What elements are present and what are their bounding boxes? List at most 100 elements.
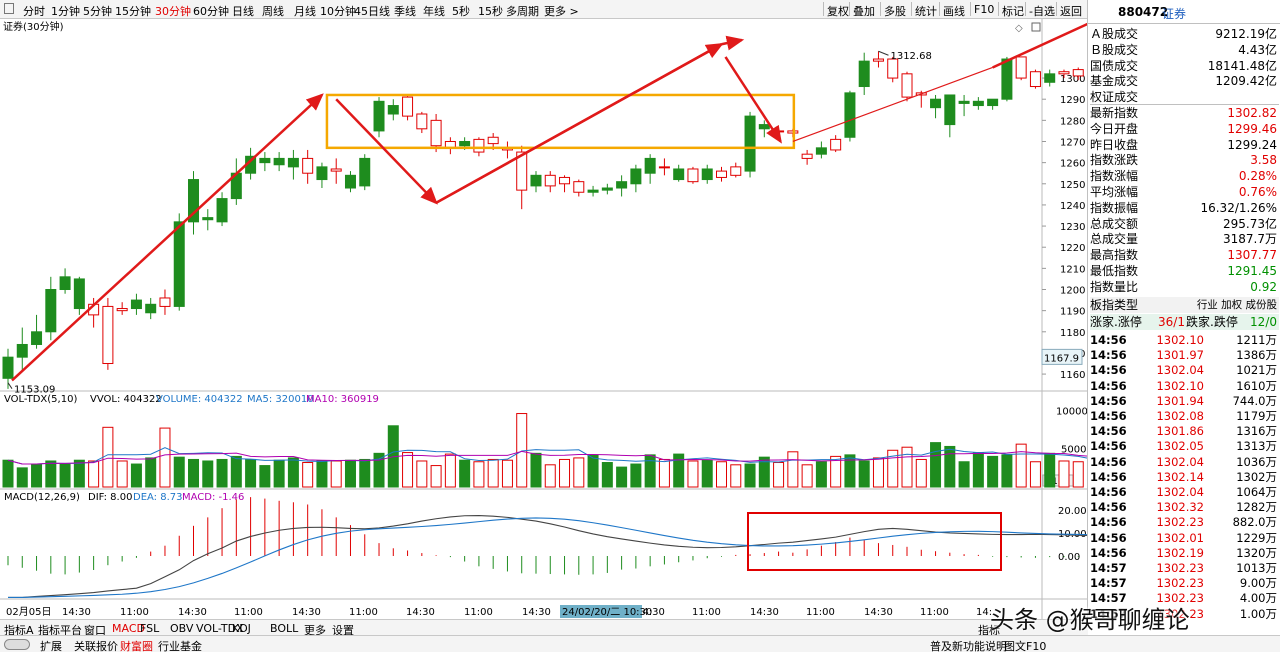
candle bbox=[815, 147, 827, 155]
quote-panel: 880472 证券 Ａ股成交 9212.19亿 Ｂ股成交 4.43亿 国债成交 18141… bbox=[1087, 0, 1280, 652]
period-tab[interactable]: 多周期 bbox=[506, 3, 539, 19]
time-label: 11:00 bbox=[920, 607, 949, 618]
candle bbox=[744, 115, 756, 172]
sector-type-value[interactable]: 行业 加权 成份股 bbox=[1197, 297, 1277, 313]
candle bbox=[130, 299, 142, 310]
period-tab[interactable]: 周线 bbox=[262, 3, 284, 19]
stat-label: 指数涨跌 bbox=[1090, 153, 1139, 168]
time-label: 11:00 bbox=[120, 607, 149, 618]
time-label: 14:30 bbox=[292, 607, 321, 618]
stat-row: 国债成交 18141.48亿 bbox=[1090, 58, 1279, 74]
tool-button[interactable]: 返回 bbox=[1060, 3, 1082, 19]
period-tab[interactable]: 月线 bbox=[294, 3, 316, 19]
volume-bar bbox=[145, 457, 157, 488]
volume-bar bbox=[1058, 460, 1070, 488]
volume-bar bbox=[544, 464, 556, 488]
macd-dea: DEA: 8.73 bbox=[133, 492, 183, 503]
period-tab[interactable]: 10分钟 bbox=[320, 3, 356, 19]
tick-volume: 1229万 bbox=[1236, 530, 1277, 545]
candle bbox=[387, 105, 399, 115]
tick-time: 14:56 bbox=[1090, 424, 1127, 439]
period-tab[interactable]: 15秒 bbox=[478, 3, 503, 19]
volume-bar bbox=[287, 457, 299, 488]
separator bbox=[970, 2, 971, 16]
stat-value: 9212.19亿 bbox=[1215, 27, 1277, 41]
volume-bar bbox=[658, 458, 670, 488]
tick-volume: 1320万 bbox=[1236, 545, 1277, 560]
period-tab[interactable]: 5秒 bbox=[452, 3, 470, 19]
extension-tab[interactable]: 行业基金 bbox=[158, 638, 202, 652]
f10-link[interactable]: 图文F10 bbox=[1004, 638, 1046, 652]
period-tab[interactable]: 日线 bbox=[232, 3, 254, 19]
volume-bar bbox=[987, 455, 999, 488]
tool-button[interactable]: -自选 bbox=[1029, 3, 1055, 19]
tick-row: 14:56 1302.10 1610万 bbox=[1090, 379, 1279, 394]
tick-time: 14:56 bbox=[1090, 485, 1127, 499]
stat-value: 0.76% bbox=[1238, 185, 1277, 199]
candle bbox=[316, 166, 328, 181]
tick-time: 14:56 bbox=[1090, 378, 1127, 393]
tool-button[interactable]: 复权 bbox=[827, 3, 849, 19]
tool-button[interactable]: 多股 bbox=[884, 3, 906, 19]
volume-bar bbox=[487, 458, 499, 488]
tool-button[interactable]: 叠加 bbox=[853, 3, 875, 19]
period-tab[interactable]: 15分钟 bbox=[115, 3, 151, 19]
stat-label: 指数量比 bbox=[1090, 279, 1139, 294]
tick-volume: 1302万 bbox=[1236, 469, 1277, 484]
price-tick: 1160 bbox=[1060, 370, 1085, 381]
tool-button[interactable]: 标记 bbox=[1002, 3, 1024, 19]
period-tab[interactable]: 更多 > bbox=[544, 3, 579, 19]
volume-bar bbox=[630, 463, 642, 488]
tick-time: 14:56 bbox=[1090, 393, 1127, 408]
volume-bar bbox=[116, 460, 128, 488]
menu-icon[interactable] bbox=[4, 3, 14, 14]
volume-bar bbox=[359, 458, 371, 488]
indicator-tab[interactable]: KDJ bbox=[232, 622, 251, 635]
price-tick: 1280 bbox=[1060, 116, 1085, 127]
period-tab[interactable]: 1分钟 bbox=[51, 3, 80, 19]
price-tick: 1260 bbox=[1060, 159, 1085, 170]
volume-bar bbox=[430, 465, 442, 488]
indicator-tab[interactable]: BOLL bbox=[270, 622, 298, 635]
tick-time: 14:56 bbox=[1090, 530, 1127, 545]
period-tab[interactable]: 30分钟 bbox=[155, 3, 191, 19]
volume-bar bbox=[444, 453, 456, 488]
tick-row: 14:56 1302.08 1179万 bbox=[1090, 409, 1279, 424]
tool-button[interactable]: 统计 bbox=[915, 3, 937, 19]
stat-value: 1299.24 bbox=[1227, 137, 1277, 152]
extension-tab[interactable]: 财富圈 bbox=[120, 638, 153, 652]
period-tab[interactable]: 季线 bbox=[394, 3, 416, 19]
sector-row: 板指类型 行业 加权 成份股 bbox=[1090, 297, 1279, 313]
candle bbox=[730, 166, 742, 176]
separator bbox=[880, 2, 881, 16]
tool-button[interactable]: F10 bbox=[974, 3, 994, 16]
feature-info-link[interactable]: 普及新功能说明 bbox=[930, 638, 1007, 652]
time-label: 11:00 bbox=[464, 607, 493, 618]
period-tab[interactable]: 分时 bbox=[23, 3, 45, 19]
toggle-icon[interactable] bbox=[4, 639, 30, 650]
tick-volume: 9.00万 bbox=[1239, 576, 1277, 591]
stat-label: Ｂ股成交 bbox=[1090, 42, 1139, 57]
candle bbox=[302, 157, 314, 174]
diamond-icon: ◇ bbox=[1015, 23, 1023, 34]
period-tab[interactable]: 5分钟 bbox=[83, 3, 112, 19]
volume-bar bbox=[316, 460, 328, 488]
indicator-tab[interactable]: OBV bbox=[170, 622, 193, 635]
tick-volume: 1316万 bbox=[1236, 424, 1277, 439]
period-tab[interactable]: 45日线 bbox=[354, 3, 390, 19]
period-tab[interactable]: 60分钟 bbox=[193, 3, 229, 19]
macd-value: MACD: -1.46 bbox=[182, 492, 244, 503]
tool-button[interactable]: 画线 bbox=[943, 3, 965, 19]
tick-row: 14:56 1302.04 1036万 bbox=[1090, 455, 1279, 470]
extension-tab[interactable]: 关联报价 bbox=[74, 638, 118, 652]
period-tab[interactable]: 年线 bbox=[423, 3, 445, 19]
tick-time: 14:56 bbox=[1090, 454, 1127, 469]
macd-tick: 0.00 bbox=[1058, 552, 1080, 563]
macd-indicator-name: MACD(12,26,9) bbox=[4, 492, 80, 503]
tick-volume: 1610万 bbox=[1236, 378, 1277, 393]
volume-bar bbox=[687, 460, 699, 488]
candle bbox=[573, 181, 585, 193]
extension-tab[interactable]: 扩展 bbox=[40, 638, 62, 652]
indicator-tab[interactable]: FSL bbox=[140, 622, 159, 635]
volume-bar bbox=[787, 451, 799, 488]
